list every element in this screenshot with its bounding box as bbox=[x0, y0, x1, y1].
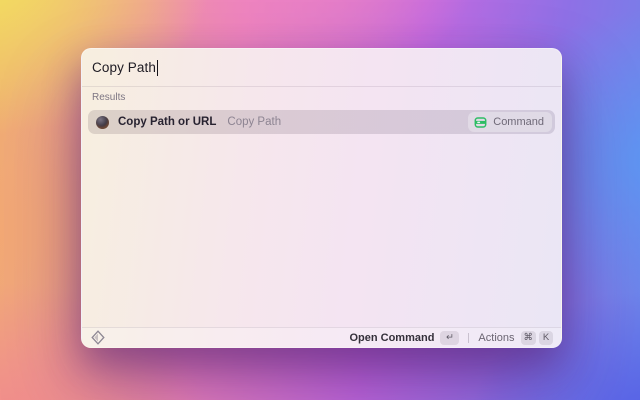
cmd-key-icon: ⌘ bbox=[520, 330, 536, 345]
k-key-icon: K bbox=[539, 330, 553, 345]
open-command-label: Open Command bbox=[349, 331, 435, 344]
open-command-button[interactable]: Open Command ↵ bbox=[349, 330, 460, 345]
status-bar: Open Command ↵ Actions ⌘ K bbox=[82, 327, 561, 347]
text-cursor bbox=[156, 59, 159, 76]
search-input[interactable]: Copy Path bbox=[82, 49, 561, 86]
search-input-value: Copy Path bbox=[92, 60, 156, 75]
raycast-logo-icon bbox=[91, 330, 105, 345]
results-section-header: Results bbox=[92, 92, 126, 103]
actions-button[interactable]: Actions ⌘ K bbox=[478, 330, 553, 345]
result-type-label: Command bbox=[493, 116, 544, 128]
result-subtitle: Copy Path bbox=[227, 116, 282, 128]
actions-label: Actions bbox=[478, 331, 515, 344]
command-green-icon bbox=[474, 116, 487, 128]
footer-separator bbox=[468, 332, 470, 343]
footer-actions: Open Command ↵ Actions ⌘ K bbox=[349, 330, 553, 345]
extension-icon bbox=[96, 115, 109, 129]
result-type-badge: Command bbox=[468, 112, 552, 132]
result-title: Copy Path or URL bbox=[118, 116, 217, 128]
desktop-background: Copy Path Results Copy Path or URL Copy … bbox=[0, 0, 640, 400]
results-panel: Results Copy Path or URL Copy Path Comma… bbox=[82, 87, 561, 327]
return-key-icon: ↵ bbox=[440, 330, 460, 345]
launcher-window: Copy Path Results Copy Path or URL Copy … bbox=[81, 48, 562, 348]
result-row-copy-path-or-url[interactable]: Copy Path or URL Copy Path Command bbox=[88, 110, 555, 134]
